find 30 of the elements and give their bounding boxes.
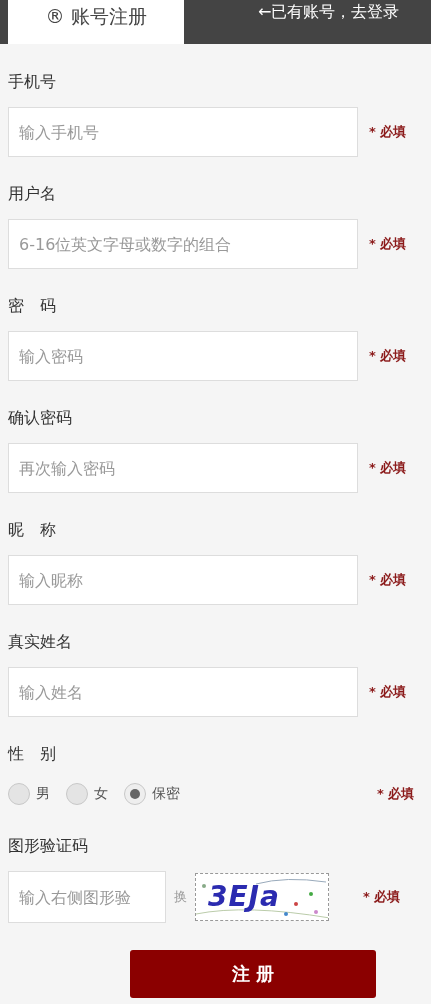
field-label: 手机号	[8, 71, 56, 93]
text-field[interactable]: 输入姓名	[8, 667, 358, 717]
radio-option[interactable]: 保密	[124, 783, 180, 805]
field-label: 密 码	[8, 295, 56, 317]
register-button[interactable]: 注 册	[130, 950, 376, 998]
field-label: 昵 称	[8, 519, 56, 541]
field-label: 图形验证码	[8, 835, 88, 857]
captcha-image[interactable]: 3EJa	[195, 873, 329, 921]
radio-option[interactable]: 女	[66, 783, 108, 805]
required-note: * 必填	[377, 785, 415, 803]
required-note: * 必填	[363, 888, 401, 906]
required-note: * 必填	[369, 683, 407, 701]
text-field[interactable]: 输入手机号	[8, 107, 358, 157]
text-field[interactable]: 输入昵称	[8, 555, 358, 605]
required-note: * 必填	[369, 347, 407, 365]
login-link[interactable]: ←已有账号，去登录	[258, 2, 400, 44]
field-label: 真实姓名	[8, 631, 72, 653]
radio-option[interactable]: 男	[8, 783, 50, 805]
required-note: * 必填	[369, 459, 407, 477]
text-field[interactable]: 输入密码	[8, 331, 358, 381]
text-field[interactable]: 6-16位英文字母或数字的组合	[8, 219, 358, 269]
required-note: * 必填	[369, 571, 407, 589]
required-note: * 必填	[369, 235, 407, 253]
register-tab[interactable]: ® 账号注册	[8, 0, 184, 44]
field-label: 性 别	[8, 743, 56, 765]
required-note: * 必填	[369, 123, 407, 141]
captcha-field[interactable]: 输入右侧图形验	[8, 871, 166, 923]
field-label: 确认密码	[8, 407, 72, 429]
text-field[interactable]: 再次输入密码	[8, 443, 358, 493]
field-label: 用户名	[8, 183, 56, 205]
